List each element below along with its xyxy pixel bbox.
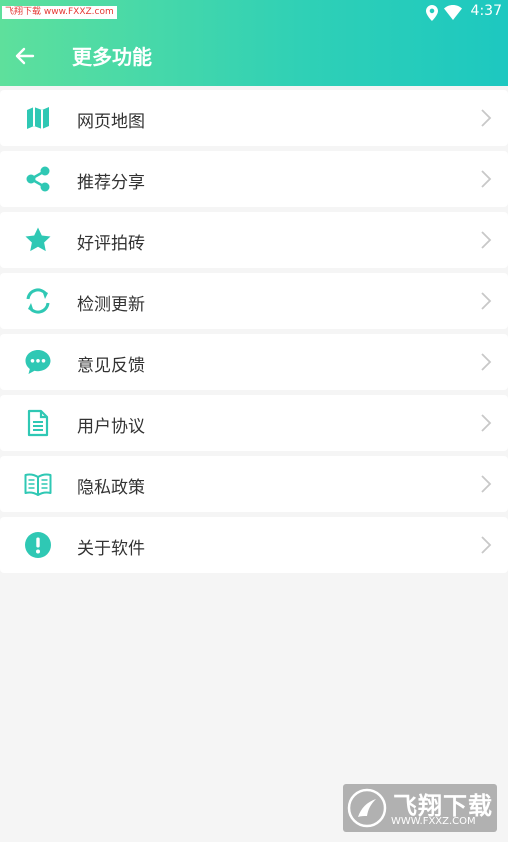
chat-icon <box>25 350 51 374</box>
status-time: 4:37 <box>470 3 502 19</box>
location-icon <box>426 5 438 21</box>
menu-item-label: 关于软件 <box>77 539 145 559</box>
info-icon <box>25 532 51 558</box>
wifi-icon <box>444 5 462 20</box>
menu-item-feedback[interactable]: 意见反馈 <box>0 334 508 390</box>
menu-item-label: 隐私政策 <box>77 478 145 498</box>
page-title: 更多功能 <box>72 45 152 69</box>
chevron-right-icon <box>481 414 492 432</box>
menu-item-share[interactable]: 推荐分享 <box>0 151 508 207</box>
watermark-text: 飞翔下载 www.FXXZ.com <box>2 6 117 19</box>
chevron-right-icon <box>481 292 492 310</box>
menu-item-check-update[interactable]: 检测更新 <box>0 273 508 329</box>
menu-item-privacy-policy[interactable]: 隐私政策 <box>0 456 508 512</box>
status-bar: 飞翔下载 www.FXXZ.com 4:37 <box>0 0 508 26</box>
chevron-right-icon <box>481 170 492 188</box>
watermark-url: WWW.FXXZ.COM <box>391 816 476 827</box>
document-icon <box>27 409 49 437</box>
menu-item-label: 网页地图 <box>77 112 145 132</box>
menu-item-rate[interactable]: 好评拍砖 <box>0 212 508 268</box>
watermark-logo: 飞翔下载 WWW.FXXZ.COM <box>343 784 497 832</box>
refresh-icon <box>26 288 50 314</box>
menu-item-about[interactable]: 关于软件 <box>0 517 508 573</box>
chevron-right-icon <box>481 109 492 127</box>
back-arrow-icon[interactable] <box>12 44 38 68</box>
chevron-right-icon <box>481 536 492 554</box>
menu-item-label: 检测更新 <box>77 295 145 315</box>
chevron-right-icon <box>481 475 492 493</box>
menu-item-web-map[interactable]: 网页地图 <box>0 90 508 146</box>
app-header: 飞翔下载 www.FXXZ.com 4:37 更多功能 <box>0 0 508 86</box>
menu-item-label: 推荐分享 <box>77 173 145 193</box>
feather-logo-icon <box>347 788 387 828</box>
book-icon <box>24 473 52 496</box>
menu-item-label: 用户协议 <box>77 417 145 437</box>
chevron-right-icon <box>481 353 492 371</box>
menu-item-label: 意见反馈 <box>77 356 145 376</box>
map-icon <box>27 107 49 129</box>
star-icon <box>25 227 51 252</box>
share-icon <box>26 166 50 192</box>
chevron-right-icon <box>481 231 492 249</box>
menu-item-user-agreement[interactable]: 用户协议 <box>0 395 508 451</box>
menu-item-label: 好评拍砖 <box>77 234 145 254</box>
